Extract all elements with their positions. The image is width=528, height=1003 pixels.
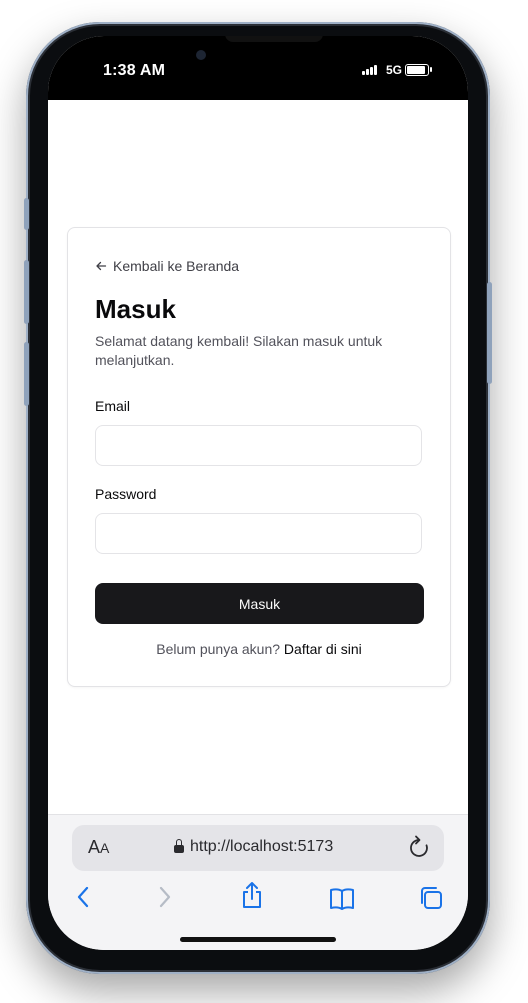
speaker-notch: [225, 36, 323, 42]
back-to-home-link[interactable]: Kembali ke Beranda: [95, 258, 239, 274]
book-icon[interactable]: [328, 887, 356, 911]
url-text: http://localhost:5173: [190, 838, 334, 855]
reload-icon[interactable]: [408, 835, 430, 859]
email-label: Email: [95, 398, 131, 414]
signal-icon: [362, 65, 378, 75]
share-icon[interactable]: [240, 881, 264, 909]
signup-prompt-text: Belum punya akun?: [156, 641, 281, 657]
battery-icon: [405, 64, 429, 76]
address-bar[interactable]: AA http://localhost:5173: [72, 825, 444, 871]
lock-icon: [174, 839, 184, 853]
url-display[interactable]: http://localhost:5173: [174, 838, 333, 856]
password-label: Password: [95, 486, 157, 502]
text-size-button[interactable]: AA: [88, 837, 109, 858]
chevron-left-icon[interactable]: [76, 885, 90, 909]
power-button: [487, 282, 492, 384]
battery-cap: [430, 67, 432, 72]
screen: 1:38 AM 5G Kembali ke Beranda Masuk Sela…: [48, 36, 468, 950]
camera-dot: [196, 50, 206, 60]
status-bar: 1:38 AM 5G: [48, 36, 468, 100]
browser-toolbar: AA http://localhost:5173: [48, 814, 468, 950]
volume-down-button: [24, 342, 29, 406]
status-time: 1:38 AM: [103, 62, 166, 79]
network-type: 5G: [386, 63, 403, 77]
chevron-right-icon[interactable]: [158, 885, 172, 909]
email-field[interactable]: [95, 425, 422, 466]
tabs-icon[interactable]: [418, 885, 444, 911]
password-field[interactable]: [95, 513, 422, 554]
home-indicator[interactable]: [180, 937, 336, 942]
signup-link[interactable]: Daftar di sini: [284, 641, 362, 657]
login-card: Kembali ke Beranda Masuk Selamat datang …: [67, 227, 451, 687]
volume-up-button: [24, 260, 29, 324]
arrow-left-icon: [95, 260, 107, 272]
page-title: Masuk: [95, 294, 176, 324]
web-content: Kembali ke Beranda Masuk Selamat datang …: [48, 100, 468, 814]
back-link-label: Kembali ke Beranda: [113, 258, 240, 274]
signup-prompt: Belum punya akun? Daftar di sini: [68, 641, 450, 657]
page-subtitle: Selamat datang kembali! Silakan masuk un…: [95, 333, 383, 368]
login-button[interactable]: Masuk: [95, 583, 424, 624]
mute-switch: [24, 198, 29, 230]
